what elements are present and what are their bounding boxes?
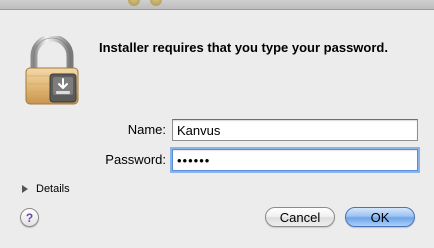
name-field[interactable] bbox=[172, 119, 418, 141]
help-button[interactable]: ? bbox=[20, 208, 39, 227]
lock-icon bbox=[25, 36, 79, 105]
details-disclosure[interactable]: Details bbox=[22, 182, 70, 196]
ok-button[interactable]: OK bbox=[345, 207, 415, 227]
window-control-dot bbox=[150, 0, 162, 6]
help-icon: ? bbox=[25, 210, 34, 225]
disclosure-triangle-icon[interactable] bbox=[22, 185, 28, 193]
dialog-message: Installer requires that you type your pa… bbox=[99, 40, 388, 55]
cancel-button-label: Cancel bbox=[279, 209, 321, 225]
cancel-button[interactable]: Cancel bbox=[265, 207, 335, 227]
ok-button-label: OK bbox=[370, 209, 390, 225]
authentication-dialog: Installer requires that you type your pa… bbox=[0, 0, 434, 248]
details-label: Details bbox=[36, 183, 70, 195]
name-label: Name: bbox=[127, 122, 166, 137]
password-field[interactable] bbox=[172, 149, 418, 171]
window-control-dot bbox=[128, 0, 140, 6]
window-title-bar bbox=[0, 0, 434, 10]
password-label: Password: bbox=[105, 152, 166, 167]
